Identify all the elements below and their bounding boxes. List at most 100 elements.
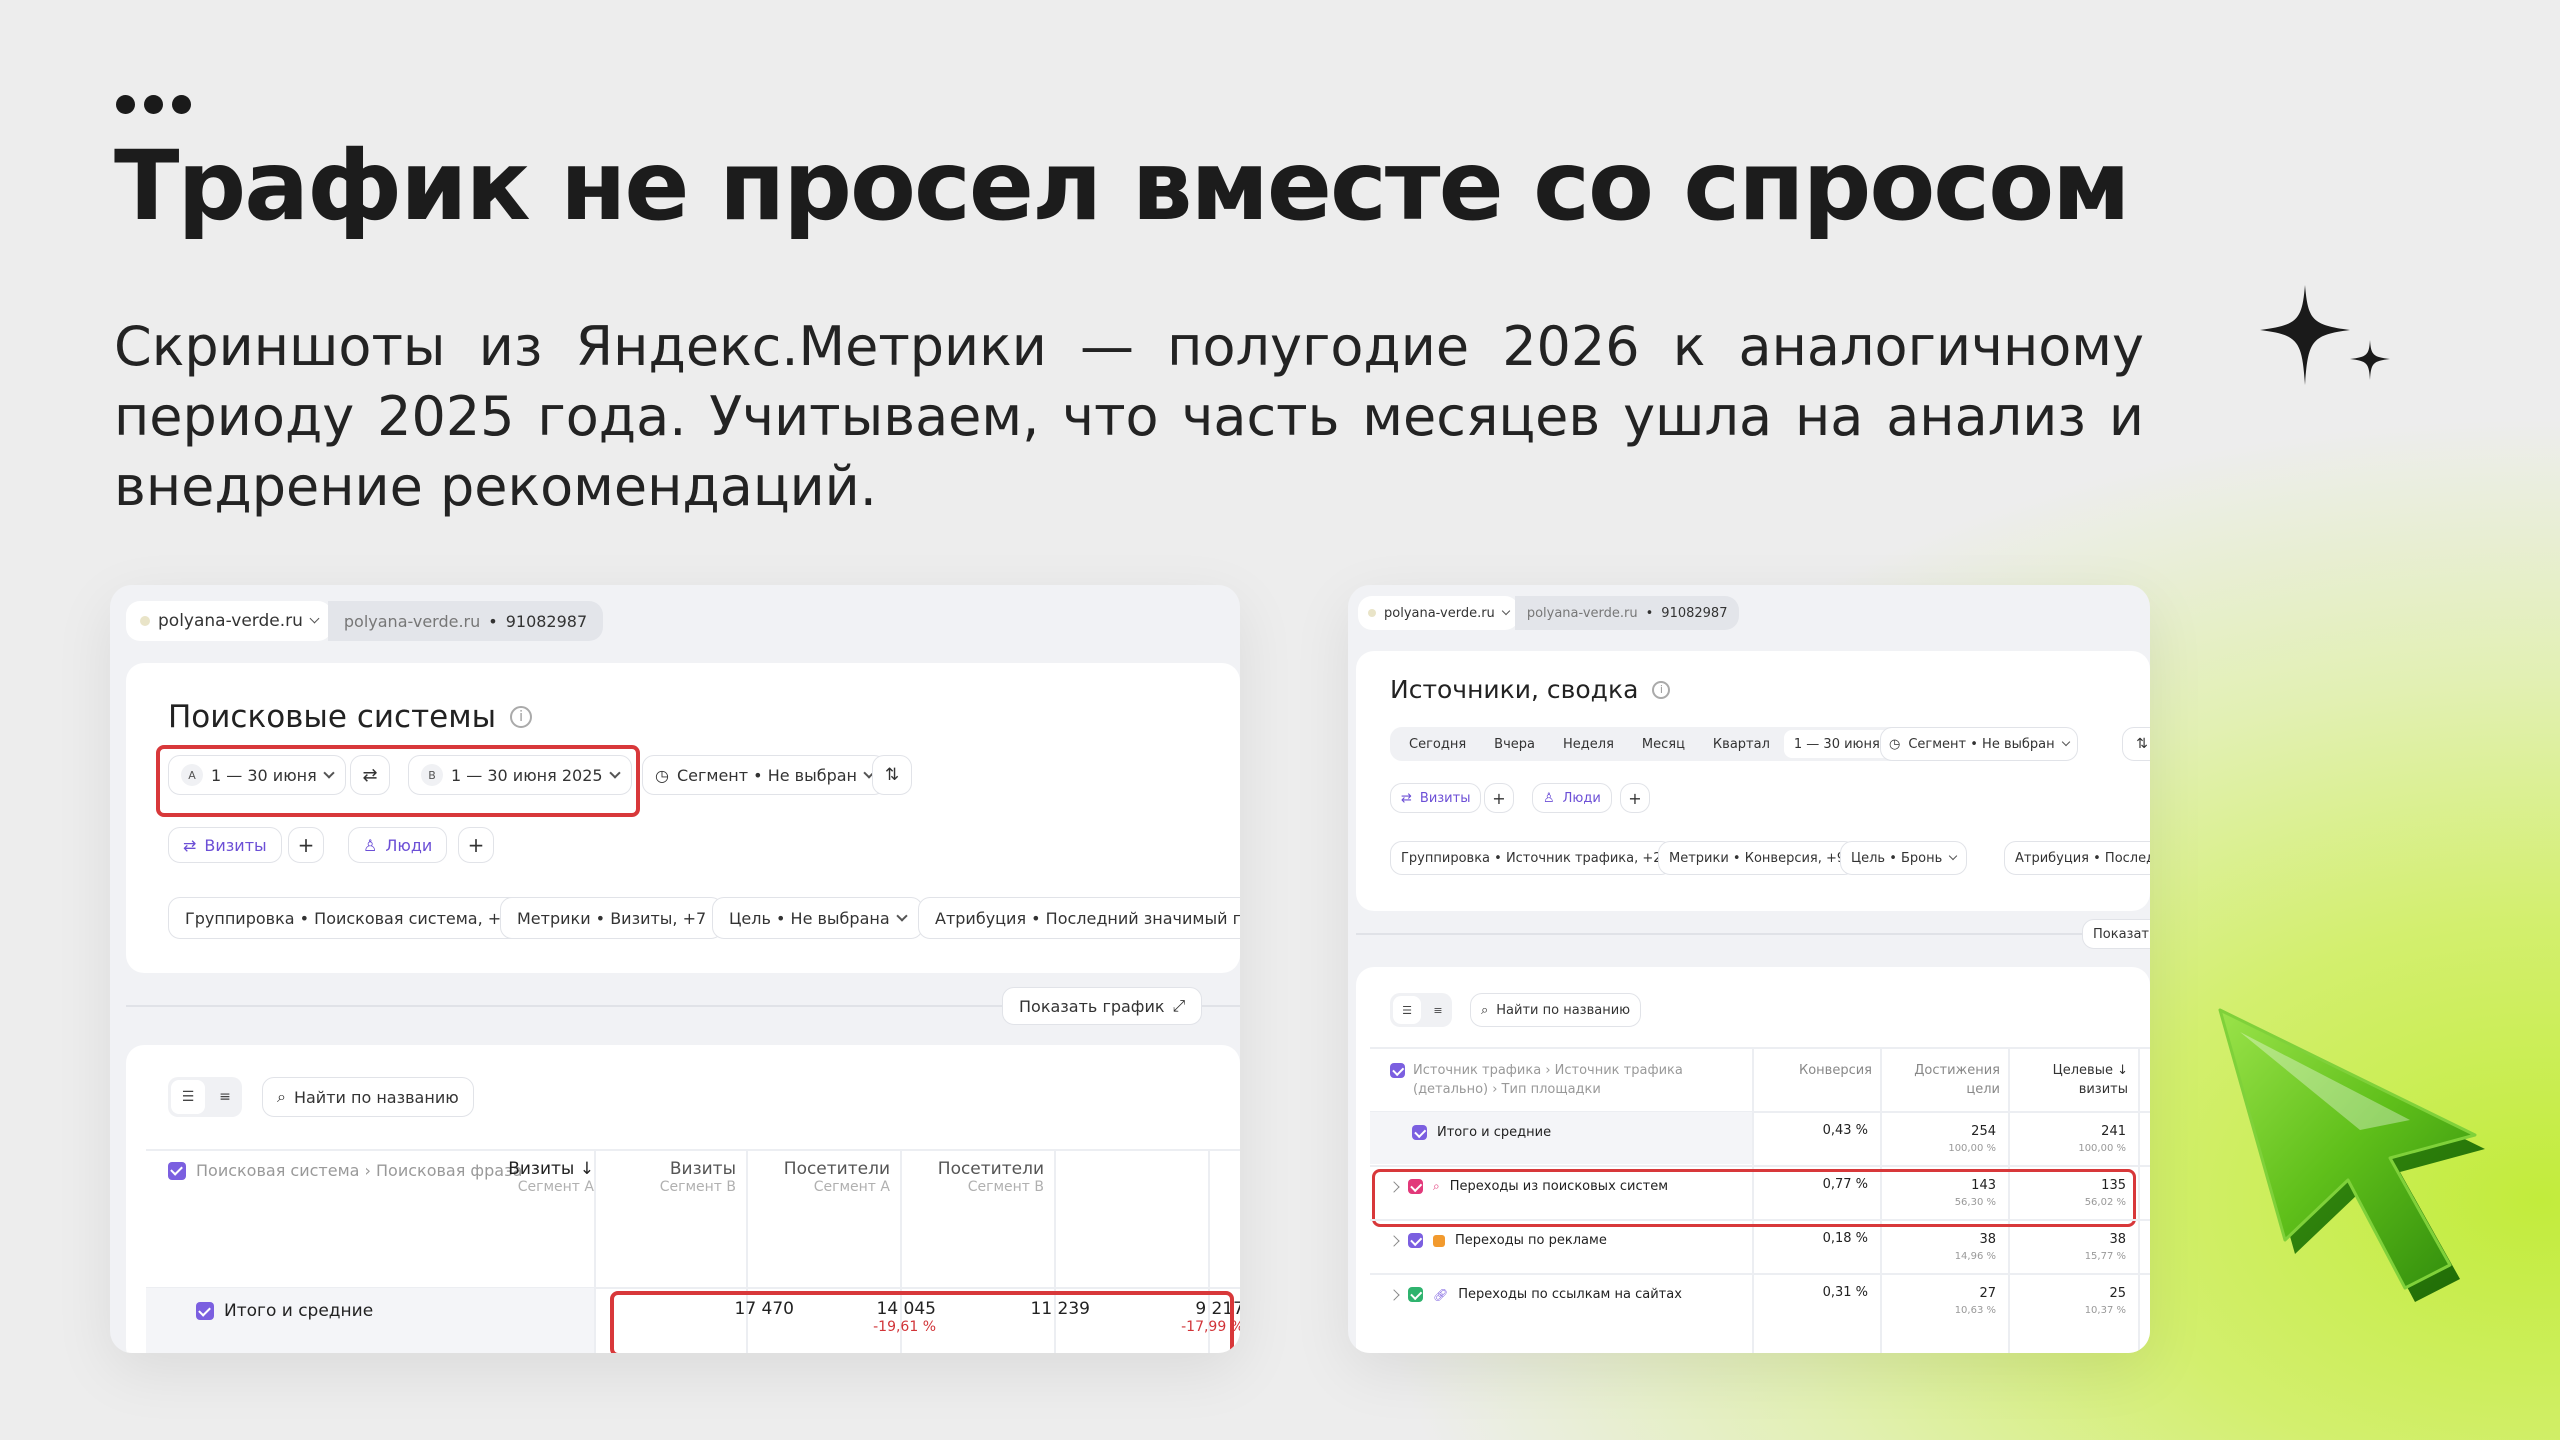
expand-chevron-icon[interactable] <box>1388 1288 1400 1301</box>
row-checkbox[interactable] <box>1408 1233 1423 1248</box>
cell-goal-visits: 38 15,77 % <box>2084 1232 2126 1262</box>
sparkle-icon <box>2260 285 2390 385</box>
column-header-goal-reaches[interactable]: Достижения цели <box>1914 1061 2000 1099</box>
search-icon: ⌕ <box>277 1087 286 1106</box>
row-divider <box>1370 1273 2150 1275</box>
chevron-down-icon <box>2061 737 2070 746</box>
site-favicon-icon <box>1368 609 1376 617</box>
expand-chevron-icon[interactable] <box>1388 1234 1400 1247</box>
cell-goal-reaches: 254 100,00 % <box>1948 1124 1996 1154</box>
info-icon[interactable]: i <box>510 706 533 728</box>
tree-view-icon[interactable]: ≡ <box>208 1077 242 1117</box>
slide-title: Трафик не просел вместе со спросом <box>114 130 2131 242</box>
period-tabs: Сегодня Вчера Неделя Месяц Квартал 1 — 3… <box>1390 727 1909 761</box>
highlight-totals-box <box>610 1291 1234 1353</box>
cell-conversion: 0,31 % <box>1822 1285 1868 1300</box>
row-checkbox[interactable] <box>1412 1125 1427 1140</box>
period-tab-today[interactable]: Сегодня <box>1395 737 1480 752</box>
cell-goal-visits: 25 10,37 % <box>2084 1286 2126 1316</box>
add-people-filter-button[interactable]: + <box>1620 783 1650 813</box>
row-checkbox[interactable] <box>1408 1287 1423 1302</box>
period-tab-yesterday[interactable]: Вчера <box>1480 737 1549 752</box>
segment-select[interactable]: ◷ Сегмент • Не выбран <box>1880 727 2078 761</box>
compare-icon: ⇅ <box>2136 736 2148 752</box>
metrics-select[interactable]: Метрики • Конверсия, +9 <box>1658 841 1857 875</box>
visits-filter-chip[interactable]: ⇄ Визиты <box>168 827 282 863</box>
grouping-select[interactable]: Группировка • Поисковая система, +1 <box>168 897 529 939</box>
search-input[interactable]: ⌕ Найти по названию <box>262 1077 474 1117</box>
add-visits-filter-button[interactable]: + <box>288 827 324 863</box>
counter-info: polyana-verde.ru • 91082987 <box>327 601 604 641</box>
compare-button[interactable]: ⇅ <box>2122 727 2150 761</box>
cell-goal-reaches: 38 14,96 % <box>1954 1232 1996 1262</box>
counter-info: polyana-verde.ru • 91082987 <box>1514 596 1740 630</box>
site-breadcrumb[interactable]: polyana-verde.ru polyana-verde.ru • 910829… <box>1358 596 1740 630</box>
visits-icon: ⇄ <box>183 835 197 855</box>
column-divider <box>594 1149 596 1353</box>
add-people-filter-button[interactable]: + <box>458 827 494 863</box>
site-breadcrumb[interactable]: polyana-verde.ru polyana-verde.ru • 910829… <box>126 601 604 641</box>
column-header-visits-a[interactable]: Визиты ↓ Сегмент А <box>508 1159 594 1195</box>
column-header-visits-b[interactable]: Визиты Сегмент В <box>660 1159 736 1195</box>
list-view-icon[interactable]: ☰ <box>1393 996 1421 1024</box>
table-row-ads[interactable]: Переходы по рекламе <box>1388 1233 1607 1248</box>
people-filter-chip[interactable]: ♙ Люди <box>348 827 448 863</box>
search-input[interactable]: ⌕ Найти по названию <box>1470 993 1642 1027</box>
table-row-links[interactable]: 🔗︎ Переходы по ссылкам на сайтах <box>1388 1287 1682 1302</box>
segment-icon: ◷ <box>1889 736 1901 752</box>
chevron-down-icon <box>1501 606 1511 615</box>
column-header-visitors-b[interactable]: Посетители Сегмент В <box>938 1159 1044 1195</box>
dimension-header[interactable]: Источник трафика › Источник трафика (дета… <box>1390 1061 1683 1099</box>
attribution-select[interactable]: Атрибуция • Последний значимый переход <box>2004 841 2150 875</box>
info-icon[interactable]: i <box>1652 680 1671 699</box>
grouping-select[interactable]: Группировка • Источник трафика, +2 <box>1390 841 1673 875</box>
compare-button[interactable]: ⇅ <box>872 755 912 795</box>
report-table-card: ☰ ≡ ⌕ Найти по названию Источник трафика … <box>1356 967 2150 1353</box>
table-row-total[interactable]: Итого и средние <box>196 1301 373 1321</box>
period-tab-month[interactable]: Месяц <box>1628 737 1699 752</box>
goal-select[interactable]: Цель • Бронь <box>1840 841 1968 875</box>
visits-filter-chip[interactable]: ⇄ Визиты <box>1390 783 1482 813</box>
chevron-down-icon <box>309 613 320 624</box>
table-row-total[interactable]: Итого и средние <box>1412 1125 1551 1140</box>
plus-icon: + <box>1628 788 1642 808</box>
column-header-goal-visits[interactable]: Целевые ↓ визиты <box>2053 1061 2128 1099</box>
cell-goal-visits: 241 100,00 % <box>2078 1124 2126 1154</box>
period-tab-week[interactable]: Неделя <box>1549 737 1628 752</box>
add-visits-filter-button[interactable]: + <box>1484 783 1514 813</box>
plus-icon: + <box>1492 788 1506 808</box>
period-tab-quarter[interactable]: Квартал <box>1699 737 1784 752</box>
visits-icon: ⇄ <box>1401 790 1412 806</box>
chevron-down-icon <box>1949 851 1958 860</box>
view-toggle[interactable]: ☰ ≡ <box>168 1077 242 1117</box>
search-icon: ⌕ <box>1481 1002 1489 1018</box>
person-icon: ♙ <box>363 835 378 855</box>
page-title: Источники, сводка i <box>1390 675 1671 704</box>
show-chart-button[interactable]: Показать график <box>2082 919 2150 949</box>
show-chart-button[interactable]: Показать график ⤢ <box>1002 987 1203 1025</box>
tree-view-icon[interactable]: ≡ <box>1424 993 1452 1027</box>
list-view-icon[interactable]: ☰ <box>171 1080 205 1114</box>
right-screenshot-panel: polyana-verde.ru polyana-verde.ru • 910829… <box>1348 585 2150 1353</box>
select-all-checkbox[interactable] <box>168 1161 186 1180</box>
cell-goal-reaches: 27 10,63 % <box>1954 1286 1996 1316</box>
attribution-select[interactable]: Атрибуция • Последний значимый переход <box>918 897 1240 939</box>
site-selector[interactable]: polyana-verde.ru <box>1358 596 1519 630</box>
link-source-icon: 🔗︎ <box>1433 1287 1449 1302</box>
metrics-select[interactable]: Метрики • Визиты, +7 <box>500 897 724 939</box>
people-filter-chip[interactable]: ♙ Люди <box>1532 783 1612 813</box>
select-all-checkbox[interactable] <box>1390 1063 1405 1078</box>
site-selector[interactable]: polyana-verde.ru <box>126 601 332 641</box>
column-header-conversion[interactable]: Конверсия <box>1799 1061 1872 1080</box>
column-header-visitors-a[interactable]: Посетители Сегмент А <box>784 1159 890 1195</box>
view-toggle[interactable]: ☰ ≡ <box>1390 993 1452 1027</box>
site-favicon-icon <box>140 616 150 626</box>
chevron-down-icon <box>895 909 908 922</box>
dimension-header[interactable]: Поисковая система › Поисковая фраза <box>168 1161 522 1180</box>
plus-icon: + <box>297 833 315 857</box>
row-checkbox[interactable] <box>196 1302 214 1320</box>
column-divider <box>2138 1047 2140 1353</box>
table-top-divider <box>146 1149 1240 1151</box>
goal-select[interactable]: Цель • Не выбрана <box>712 897 923 939</box>
segment-select[interactable]: ◷ Сегмент • Не выбран <box>642 755 887 795</box>
